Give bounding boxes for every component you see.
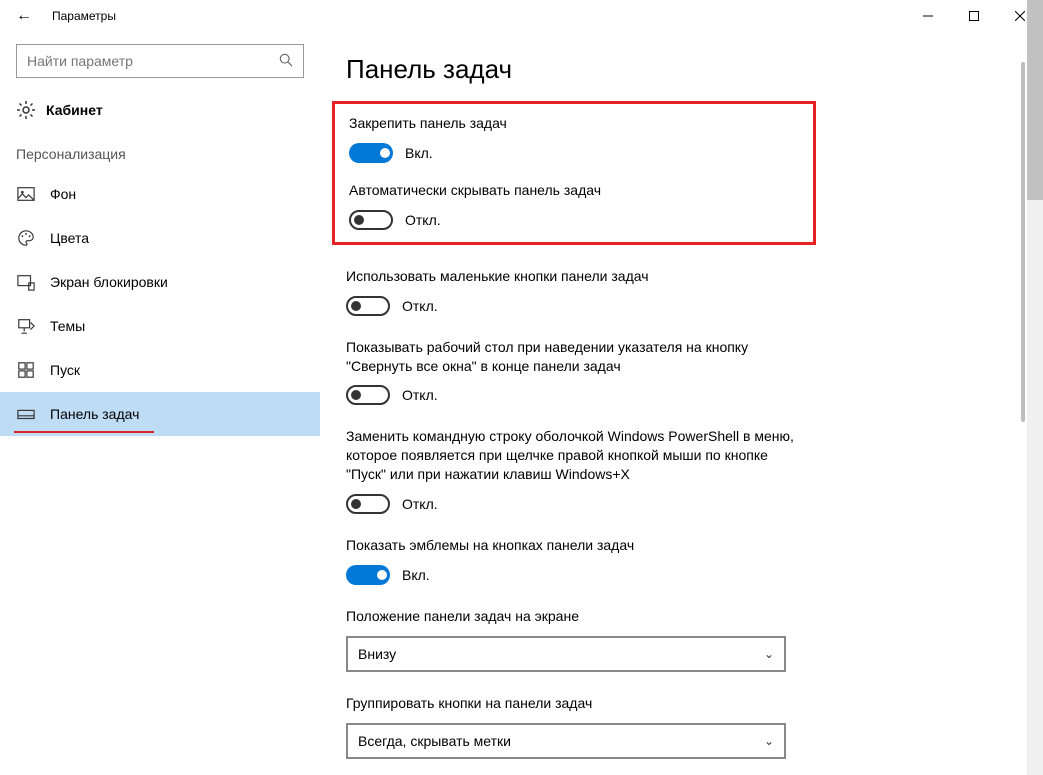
dropdown-value: Всегда, скрывать метки [358,733,511,749]
taskbar-icon [16,404,36,424]
setting-label-combine: Группировать кнопки на панели задач [346,694,806,713]
lockscreen-icon [16,272,36,292]
toggle-state: Вкл. [405,145,433,161]
sidebar-item-taskbar[interactable]: Панель задач [0,392,320,436]
search-icon [279,53,293,70]
toggle-state: Вкл. [402,567,430,583]
home-label: Кабинет [46,102,103,118]
maximize-button[interactable] [951,0,997,32]
toggle-powershell[interactable] [346,494,390,514]
dropdown-value: Внизу [358,646,396,662]
sidebar-item-colors[interactable]: Цвета [0,216,320,260]
start-icon [16,360,36,380]
setting-label-badges: Показать эмблемы на кнопках панели задач [346,536,806,555]
sidebar-item-lockscreen[interactable]: Экран блокировки [0,260,320,304]
setting-label-lock: Закрепить панель задач [349,114,799,133]
setting-label-smallbuttons: Использовать маленькие кнопки панели зад… [346,267,806,286]
toggle-lock[interactable] [349,143,393,163]
sidebar-item-label: Фон [50,186,76,202]
sidebar-item-label: Темы [50,318,85,334]
sidebar-item-label: Экран блокировки [50,274,168,290]
sidebar-item-themes[interactable]: Темы [0,304,320,348]
search-box[interactable] [16,44,304,78]
sidebar-item-label: Цвета [50,230,89,246]
themes-icon [16,316,36,336]
setting-label-autohide: Автоматически скрывать панель задач [349,181,799,200]
chevron-down-icon: ⌄ [764,647,774,661]
chevron-down-icon: ⌄ [764,734,774,748]
toggle-badges[interactable] [346,565,390,585]
back-button[interactable]: ← [8,7,40,25]
setting-label-peek: Показывать рабочий стол при наведении ук… [346,338,806,376]
window-title: Параметры [52,9,116,23]
palette-icon [16,228,36,248]
sidebar-item-background[interactable]: Фон [0,172,320,216]
toggle-autohide[interactable] [349,210,393,230]
setting-label-position: Положение панели задач на экране [346,607,806,626]
setting-label-powershell: Заменить командную строку оболочкой Wind… [346,427,806,484]
category-label: Персонализация [0,136,320,172]
sidebar-item-label: Панель задач [50,406,139,422]
toggle-state: Откл. [402,298,438,314]
search-input[interactable] [27,53,279,69]
gear-icon [16,100,36,120]
minimize-button[interactable] [905,0,951,32]
dropdown-combine[interactable]: Всегда, скрывать метки ⌄ [346,723,786,759]
image-icon [16,184,36,204]
page-title: Панель задач [346,54,1023,85]
toggle-peek[interactable] [346,385,390,405]
sidebar-item-label: Пуск [50,362,80,378]
toggle-state: Откл. [402,496,438,512]
toggle-state: Откл. [402,387,438,403]
window-scrollbar-track[interactable] [1027,0,1043,775]
toggle-state: Откл. [405,212,441,228]
highlight-underline [14,431,154,433]
toggle-smallbuttons[interactable] [346,296,390,316]
home-link[interactable]: Кабинет [0,96,320,136]
window-scrollbar-thumb[interactable] [1027,0,1043,200]
sidebar: Кабинет Персонализация Фон Цвета Экран б… [0,32,320,775]
content-area: Панель задач Закрепить панель задач Вкл.… [320,32,1043,775]
highlight-box: Закрепить панель задач Вкл. Автоматическ… [332,101,816,245]
sidebar-item-start[interactable]: Пуск [0,348,320,392]
dropdown-position[interactable]: Внизу ⌄ [346,636,786,672]
content-scrollbar[interactable] [1013,32,1025,775]
